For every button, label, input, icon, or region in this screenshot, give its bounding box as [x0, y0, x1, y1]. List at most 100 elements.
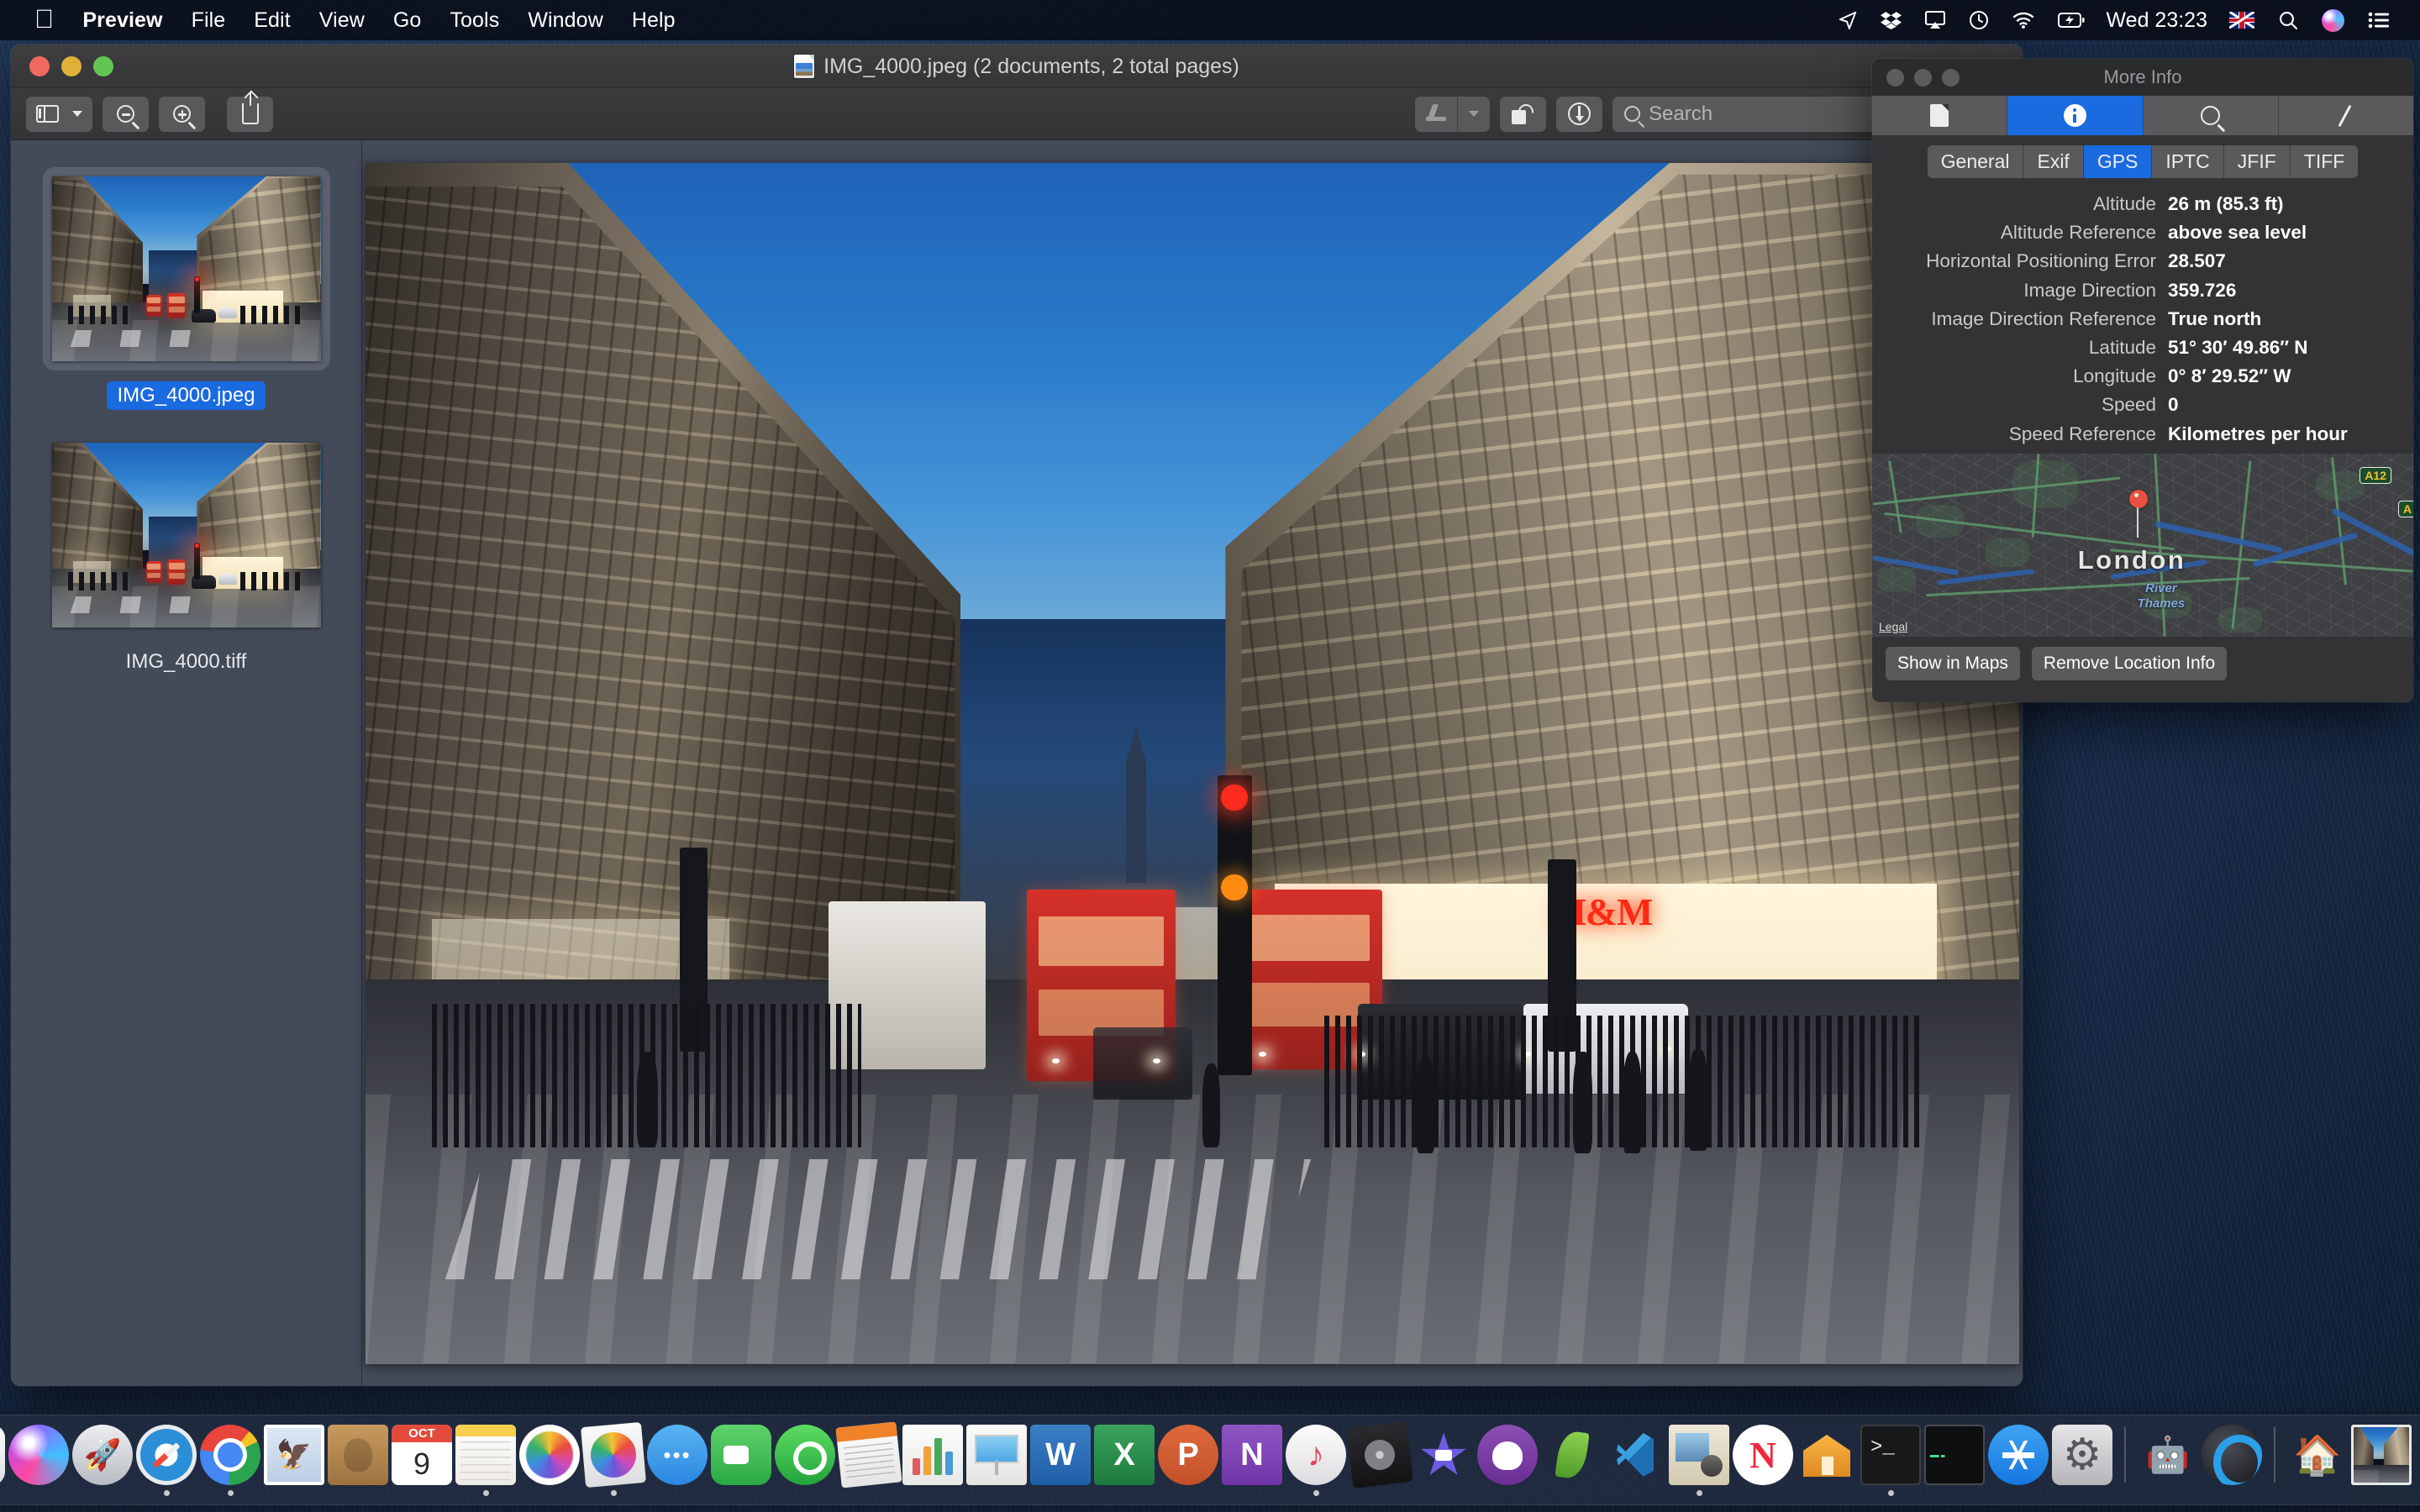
location-arrow-icon[interactable] [1827, 0, 1869, 40]
markup-toolbar-button[interactable] [1556, 96, 1602, 132]
sidebar-toggle-group[interactable] [26, 96, 92, 132]
inspector-tab-annotations[interactable] [2279, 96, 2413, 135]
uk-flag-icon[interactable] [2217, 0, 2266, 40]
thumbnail-sidebar[interactable]: IMG_4000.jpeg IMG_4000.tiff [11, 140, 362, 1386]
share-button[interactable] [227, 92, 273, 132]
metadata-tab-bar[interactable]: General Exif GPS IPTC JFIF TIFF [1872, 135, 2413, 186]
dock-item-whatsapp[interactable] [773, 1415, 837, 1496]
menu-item-file[interactable]: File [177, 0, 240, 40]
airplay-icon[interactable] [1913, 0, 1957, 40]
close-button[interactable] [1886, 68, 1904, 87]
inspector-tab-info[interactable] [2007, 96, 2144, 135]
dock-item-launchpad[interactable] [71, 1415, 134, 1496]
dock-item-itunes[interactable] [1284, 1415, 1348, 1496]
dock-item-logic-pro[interactable] [1345, 1415, 1414, 1496]
show-in-maps-button[interactable]: Show in Maps [1886, 646, 2020, 680]
dock-item-pages[interactable] [835, 1415, 902, 1496]
zoom-button[interactable] [1942, 68, 1960, 87]
zoom-in-button[interactable] [159, 96, 205, 132]
dock-item-excel[interactable]: X [1092, 1415, 1156, 1496]
sidebar-options-button[interactable] [69, 97, 92, 132]
dock-item-photos[interactable] [518, 1415, 581, 1496]
thumbnail-label[interactable]: IMG_4000.jpeg [107, 381, 266, 410]
menu-bar-clock[interactable]: Wed 23:23 [2096, 0, 2217, 40]
location-map[interactable]: London River Thames A12 A Legal [1872, 453, 2413, 637]
tab-jfif[interactable]: JFIF [2223, 145, 2291, 178]
tab-exif[interactable]: Exif [2023, 145, 2084, 178]
zoom-out-button[interactable] [103, 96, 149, 132]
more-info-segmented-control[interactable] [1872, 96, 2413, 135]
dock-item-finder[interactable] [0, 1415, 7, 1496]
minimize-button[interactable] [1914, 68, 1932, 87]
thumbnail-item-1[interactable]: IMG_4000.jpeg [42, 167, 330, 410]
inspector-tab-search[interactable] [2144, 96, 2279, 135]
minimize-button[interactable] [61, 55, 82, 76]
dock-item-news[interactable] [1731, 1415, 1795, 1496]
tab-tiff[interactable]: TIFF [2290, 145, 2359, 178]
dock-item-chrome[interactable] [198, 1415, 262, 1496]
dock-item-keynote[interactable] [965, 1415, 1028, 1496]
dock-item-terminal[interactable] [1859, 1415, 1923, 1496]
menu-item-go[interactable]: Go [379, 0, 436, 40]
preview-title-bar[interactable]: IMG_4000.jpeg (2 documents, 2 total page… [11, 45, 2023, 88]
inspector-tab-document[interactable] [1872, 96, 2008, 135]
dock-item-imovie[interactable] [1412, 1415, 1476, 1496]
tab-iptc[interactable]: IPTC [2152, 145, 2224, 178]
menu-item-preview[interactable]: Preview [68, 0, 176, 40]
zoom-button[interactable] [93, 55, 113, 76]
dock-item-vscode[interactable] [1603, 1415, 1667, 1496]
siri-icon[interactable] [2310, 0, 2356, 40]
dock-item-mongodb[interactable] [1539, 1415, 1603, 1496]
dock-item-facetime[interactable] [709, 1415, 773, 1496]
dock-item-preview[interactable] [580, 1415, 647, 1496]
dock-item-word[interactable]: W [1028, 1415, 1092, 1496]
thumbnail-box[interactable] [43, 433, 330, 637]
dropbox-icon[interactable] [1869, 0, 1913, 40]
wifi-icon[interactable] [2001, 0, 2046, 40]
menu-item-view[interactable]: View [305, 0, 379, 40]
apple-logo-icon[interactable]:  [20, 0, 68, 39]
thumbnail-box[interactable] [42, 167, 330, 370]
thumbnail-label[interactable]: IMG_4000.tiff [116, 648, 257, 676]
dock-item-messages[interactable] [645, 1415, 709, 1496]
spotlight-search-icon[interactable] [2266, 0, 2310, 40]
dock-item-calendar[interactable]: OCT 9 [390, 1415, 454, 1496]
dock-item-image-file[interactable] [2349, 1415, 2413, 1496]
rotate-left-button[interactable] [1500, 96, 1546, 132]
menu-item-edit[interactable]: Edit [239, 0, 304, 40]
dock-item-safari[interactable] [134, 1415, 198, 1496]
dock-item-app-store[interactable] [1986, 1415, 2050, 1496]
battery-charging-icon[interactable] [2046, 0, 2096, 40]
dock-item-notes[interactable] [454, 1415, 518, 1496]
dock-item-onenote[interactable]: N [1220, 1415, 1284, 1496]
menu-item-tools[interactable]: Tools [435, 0, 513, 40]
close-button[interactable] [29, 55, 50, 76]
image-canvas[interactable]: H&M [362, 140, 2023, 1386]
markup-group[interactable] [1415, 96, 1490, 132]
map-legal-link[interactable]: Legal [1879, 620, 1907, 633]
dock-item-numbers[interactable] [901, 1415, 965, 1496]
dock-item-github[interactable] [1476, 1415, 1539, 1496]
dock-item-automator[interactable] [2136, 1415, 2200, 1496]
dock-item-trash[interactable] [2413, 1415, 2420, 1496]
highlighter-options-button[interactable] [1457, 96, 1490, 132]
tab-general[interactable]: General [1927, 145, 2024, 178]
dock-item-home-folder[interactable] [2286, 1415, 2349, 1496]
dock-item-activity-monitor[interactable] [1923, 1415, 1986, 1496]
menu-item-help[interactable]: Help [618, 0, 690, 40]
dock-item-system-preferences[interactable] [2050, 1415, 2114, 1496]
dock-item-siri[interactable] [7, 1415, 71, 1496]
dock-item-powerpoint[interactable]: P [1156, 1415, 1220, 1496]
dock-item-contacts[interactable] [326, 1415, 390, 1496]
dock-item-quicktime[interactable] [2200, 1415, 2264, 1496]
time-machine-icon[interactable] [1957, 0, 2001, 40]
thumbnail-item-2[interactable]: IMG_4000.tiff [43, 433, 330, 676]
control-center-icon[interactable] [2356, 0, 2402, 40]
remove-location-info-button[interactable]: Remove Location Info [2031, 646, 2228, 680]
highlighter-button[interactable] [1415, 97, 1457, 132]
dock-item-mail[interactable] [262, 1415, 326, 1496]
menu-item-window[interactable]: Window [513, 0, 618, 40]
sidebar-toggle-button[interactable] [26, 97, 69, 132]
dock-item-image-capture[interactable] [1667, 1415, 1731, 1496]
dock-item-home[interactable] [1795, 1415, 1859, 1496]
